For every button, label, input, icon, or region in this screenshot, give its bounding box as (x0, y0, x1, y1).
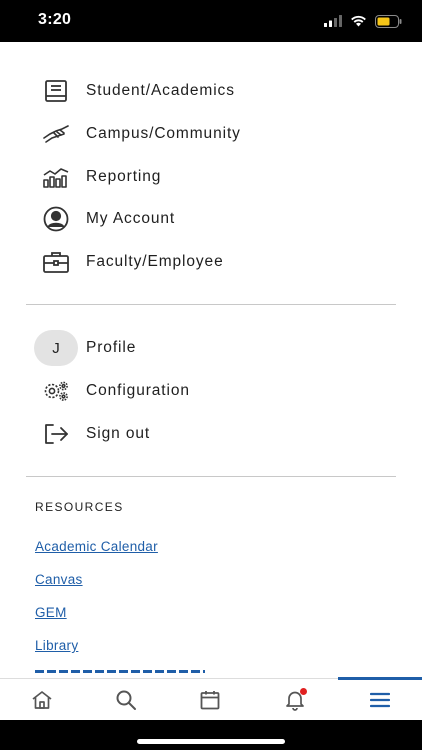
tab-menu[interactable] (338, 679, 422, 721)
tab-home[interactable] (0, 679, 84, 721)
menu-icon (370, 692, 390, 708)
search-icon (116, 690, 136, 710)
status-time: 3:20 (38, 11, 72, 28)
menu-label: Profile (86, 339, 137, 356)
menu-item-my-account[interactable]: My Account (34, 200, 394, 238)
menu-label: Sign out (86, 425, 151, 442)
menu-label: Configuration (86, 382, 190, 399)
menu-item-faculty-employee[interactable]: Faculty/Employee (34, 243, 394, 281)
link-gem[interactable]: GEM (35, 605, 67, 620)
menu-item-student-academics[interactable]: Student/Academics (34, 72, 394, 110)
tab-bar (0, 677, 422, 721)
menu-label: Faculty/Employee (86, 253, 224, 270)
menu-item-reporting[interactable]: Reporting (34, 158, 394, 196)
link-library[interactable]: Library (35, 638, 78, 653)
menu-label: Campus/Community (86, 125, 241, 142)
chart-icon (34, 162, 78, 192)
menu-screen: Student/Academics Campus/Community Repor (0, 42, 422, 678)
avatar: J (34, 330, 78, 366)
menu-item-configuration[interactable]: Configuration (34, 372, 394, 410)
battery-icon (375, 14, 402, 28)
status-bar: 3:20 (0, 0, 422, 42)
tab-calendar[interactable] (168, 679, 252, 721)
resources-title: RESOURCES (35, 500, 124, 514)
divider (26, 476, 396, 477)
handshake-icon (34, 119, 78, 149)
link-canvas[interactable]: Canvas (35, 572, 83, 587)
menu-label: My Account (86, 210, 176, 227)
home-indicator[interactable] (137, 739, 285, 744)
status-indicators (324, 13, 402, 29)
menu-label: Student/Academics (86, 82, 235, 99)
briefcase-icon (34, 247, 78, 277)
tab-notifications[interactable] (253, 679, 337, 721)
menu-item-campus-community[interactable]: Campus/Community (34, 115, 394, 153)
tab-search[interactable] (84, 679, 168, 721)
menu-label: Reporting (86, 168, 162, 185)
wifi-icon (351, 15, 366, 27)
menu-item-profile[interactable]: J Profile (34, 329, 394, 367)
home-icon (32, 691, 52, 709)
sign-out-icon (34, 419, 78, 449)
link-partial (35, 670, 205, 678)
calendar-icon (200, 691, 220, 710)
bell-icon-wrap (284, 688, 307, 711)
menu-item-sign-out[interactable]: Sign out (34, 415, 394, 453)
home-indicator-area (0, 720, 422, 750)
user-circle-icon (34, 204, 78, 234)
signal-icon (324, 15, 342, 27)
book-icon (34, 76, 78, 106)
gears-icon (34, 376, 78, 406)
link-academic-calendar[interactable]: Academic Calendar (35, 539, 158, 554)
divider (26, 304, 396, 305)
notification-badge (300, 688, 307, 695)
